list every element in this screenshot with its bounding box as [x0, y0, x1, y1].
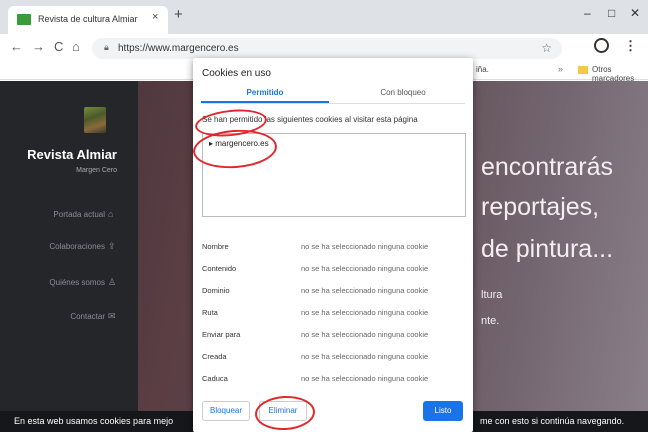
tab-title: Revista de cultura Almiar: [38, 14, 138, 24]
user-icon: ♙: [108, 277, 117, 287]
field-value: no se ha seleccionado ninguna cookie: [301, 352, 429, 361]
forward-icon[interactable]: →: [32, 39, 45, 54]
dialog-title: Cookies en uso: [202, 68, 271, 79]
bookmarks-overflow-icon[interactable]: »: [558, 64, 563, 74]
bookmark-star-icon[interactable]: ☆: [541, 41, 552, 55]
site-favicon-icon: [17, 14, 31, 25]
menu-icon[interactable]: ⋮: [624, 38, 637, 54]
folder-icon: [578, 66, 588, 74]
hero-text-line: encontrarás: [481, 153, 614, 181]
tab-strip: Revista de cultura Almiar × + – □ ✕: [0, 0, 648, 34]
block-button[interactable]: Bloquear: [202, 401, 250, 421]
site-nav-portada[interactable]: Portada actual: [0, 210, 105, 219]
browser-window: Revista de cultura Almiar × + – □ ✕ ← → …: [0, 0, 648, 432]
field-label-caduca: Caduca: [202, 374, 228, 383]
address-bar[interactable]: 🔒︎ https://www.margencero.es ☆: [92, 38, 562, 59]
bookmark-item[interactable]: iña.: [476, 65, 489, 74]
field-label-dominio: Dominio: [202, 286, 230, 295]
cookie-banner-text: me con esto si continúa navegando.: [480, 416, 625, 426]
maximize-icon[interactable]: □: [608, 6, 615, 20]
tab-allowed[interactable]: Permitido: [201, 88, 329, 97]
field-value: no se ha seleccionado ninguna cookie: [301, 308, 429, 317]
site-subtitle: Margen Cero: [76, 167, 117, 174]
field-label-ruta: Ruta: [202, 308, 218, 317]
hero-subtext-line: nte.: [481, 315, 500, 327]
new-tab-icon[interactable]: +: [174, 6, 183, 23]
field-label-enviar-para: Enviar para: [202, 330, 241, 339]
field-value: no se ha seleccionado ninguna cookie: [301, 286, 429, 295]
reload-icon[interactable]: C: [54, 39, 63, 54]
hero-text-line: de pintura...: [481, 235, 614, 263]
field-value: no se ha seleccionado ninguna cookie: [301, 242, 429, 251]
site-nav-colaboraciones[interactable]: Colaboraciones: [0, 242, 105, 251]
field-value: no se ha seleccionado ninguna cookie: [301, 264, 429, 273]
hero-subtext-line: ltura: [481, 289, 503, 301]
tab-close-icon[interactable]: ×: [152, 11, 158, 23]
back-icon[interactable]: ←: [10, 39, 23, 54]
url-text[interactable]: https://www.margencero.es: [118, 43, 239, 54]
site-nav-contactar[interactable]: Contactar: [0, 312, 105, 321]
site-logo[interactable]: [84, 107, 106, 133]
cookie-banner-text: En esta web usamos cookies para mejo: [14, 416, 174, 426]
home-icon[interactable]: ⌂: [72, 39, 80, 54]
browser-tab[interactable]: Revista de cultura Almiar ×: [8, 6, 168, 34]
site-sidebar: Revista Almiar Margen Cero Portada actua…: [0, 81, 138, 411]
minimize-icon[interactable]: –: [584, 6, 591, 20]
site-nav-quienes-somos[interactable]: Quiénes somos: [0, 278, 105, 287]
profile-icon[interactable]: [594, 38, 609, 53]
field-label-creada: Creada: [202, 352, 227, 361]
upload-icon: ⇪: [108, 241, 116, 251]
mail-icon: ✉: [108, 311, 116, 321]
hero-text-line: reportajes,: [481, 193, 600, 221]
site-title[interactable]: Revista Almiar: [0, 147, 117, 162]
field-label-contenido: Contenido: [202, 264, 237, 273]
done-button[interactable]: Listo: [423, 401, 463, 421]
tab-blocked[interactable]: Con bloqueo: [339, 88, 467, 97]
field-label-nombre: Nombre: [202, 242, 229, 251]
field-value: no se ha seleccionado ninguna cookie: [301, 374, 429, 383]
field-value: no se ha seleccionado ninguna cookie: [301, 330, 429, 339]
divider: [201, 103, 465, 104]
close-window-icon[interactable]: ✕: [630, 6, 640, 20]
home-icon: ⌂: [108, 209, 114, 219]
lock-icon: 🔒︎: [104, 42, 109, 52]
